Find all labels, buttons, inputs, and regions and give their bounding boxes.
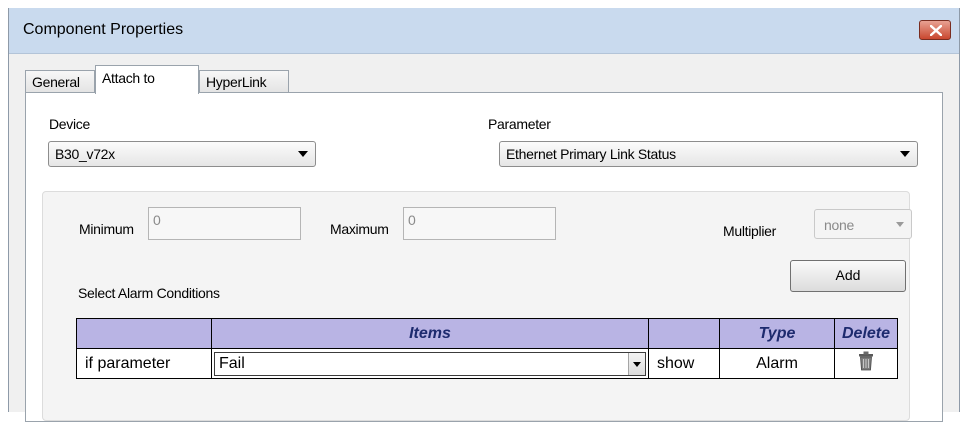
minimum-input[interactable]: 0 [148, 207, 301, 240]
dialog-title: Component Properties [23, 21, 184, 38]
item-select[interactable]: Fail [214, 351, 646, 376]
column-header-action [648, 318, 720, 349]
column-header-type: Type [719, 318, 835, 349]
chevron-down-icon[interactable] [628, 352, 645, 375]
parameter-value: Ethernet Primary Link Status [506, 146, 676, 162]
column-header-items: Items [211, 318, 649, 349]
multiplier-label: Multiplier [723, 223, 777, 239]
tab-attach-to[interactable]: Attach to [95, 65, 199, 94]
chevron-down-icon [900, 151, 910, 157]
device-select[interactable]: B30_v72x [48, 141, 316, 167]
maximum-label: Maximum [330, 221, 389, 237]
column-header-condition [76, 318, 212, 349]
action-cell: show [648, 348, 720, 379]
alarm-conditions-label: Select Alarm Conditions [78, 285, 220, 301]
delete-cell [834, 348, 898, 379]
parameter-label: Parameter [488, 116, 551, 132]
table-header-row: Items Type Delete [76, 318, 898, 349]
type-cell: Alarm [719, 348, 835, 379]
parameter-select[interactable]: Ethernet Primary Link Status [499, 141, 918, 167]
column-header-delete: Delete [834, 318, 898, 349]
multiplier-select[interactable]: none [814, 209, 912, 239]
component-properties-dialog: Component Properties General Attach to H… [8, 8, 960, 422]
item-value: Fail [219, 354, 245, 372]
titlebar: Component Properties [9, 8, 959, 54]
table-row: if parameter Fail show Alarm [76, 348, 898, 379]
alarm-conditions-table: Items Type Delete if parameter Fail show… [76, 318, 898, 379]
tab-general[interactable]: General [25, 70, 95, 93]
device-label: Device [49, 116, 90, 132]
chevron-down-icon [298, 151, 308, 157]
trash-icon[interactable] [858, 351, 874, 376]
chevron-down-icon [896, 222, 904, 227]
tab-hyperlink[interactable]: HyperLink [199, 70, 289, 93]
multiplier-value: none [824, 217, 854, 233]
add-button[interactable]: Add [790, 260, 906, 292]
items-cell: Fail [211, 348, 649, 379]
device-value: B30_v72x [55, 146, 115, 162]
condition-cell: if parameter [76, 348, 212, 379]
close-button[interactable] [919, 20, 951, 40]
maximum-input[interactable]: 0 [403, 207, 556, 240]
minimum-label: Minimum [79, 221, 134, 237]
close-icon [930, 25, 942, 36]
